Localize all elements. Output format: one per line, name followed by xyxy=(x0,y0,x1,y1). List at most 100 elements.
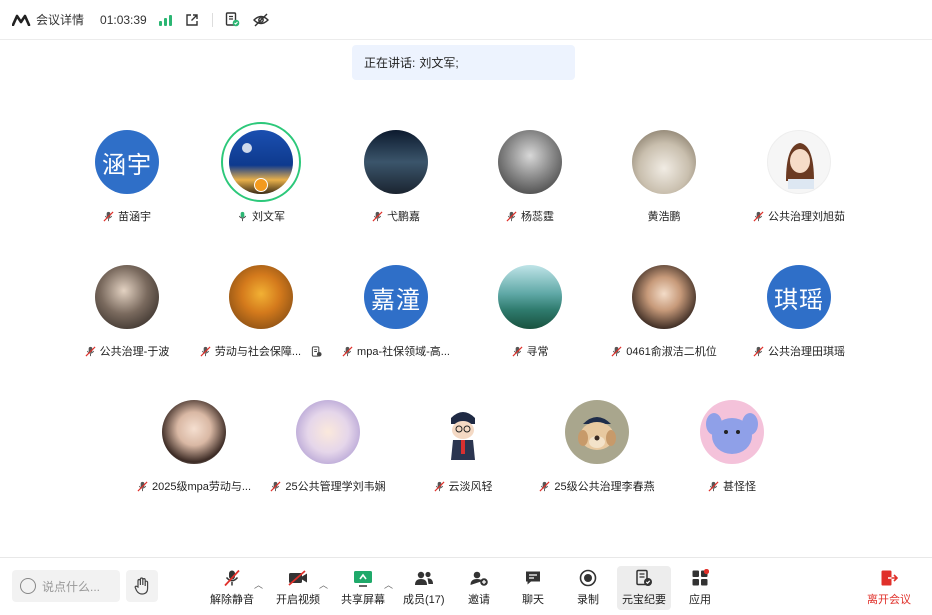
participant-name: 公共治理刘旭茹 xyxy=(768,211,845,223)
share-screen-icon xyxy=(352,568,374,588)
network-signal-icon[interactable] xyxy=(158,14,172,26)
active-speaker-banner: 正在讲话: 刘文军; xyxy=(352,45,575,80)
participant-tile[interactable]: 25级公共治理李春燕 xyxy=(522,400,672,510)
emoji-icon[interactable] xyxy=(20,578,36,594)
participant-name-row: 云淡风轻 xyxy=(433,478,493,494)
participant-tile[interactable]: 涵宇 苗涵宇 xyxy=(52,130,202,240)
avatar xyxy=(700,400,764,464)
participant-name-row: 2025级mpa劳动与... xyxy=(137,478,251,494)
participant-name-row: 0461俞淑洁二机位 xyxy=(611,343,717,359)
meeting-timer: 01:03:39 xyxy=(100,12,147,27)
muted-mic-icon xyxy=(511,345,523,357)
muted-mic-icon xyxy=(539,480,550,492)
ai-summary-icon xyxy=(633,568,655,588)
unmute-button[interactable]: 解除静音 xyxy=(210,568,254,608)
participant-tile[interactable]: 琪瑶 公共治理田琪瑶 xyxy=(724,265,874,375)
participant-tile[interactable]: 寻常 xyxy=(455,265,605,375)
top-bar: 会议详情 01:03:39 xyxy=(0,0,932,40)
bottom-toolbar: 说点什么... 解除静音 ︿ 开启视频 ︿ 共享屏幕 ︿ 成员(17) 邀请 聊… xyxy=(0,557,932,615)
avatar xyxy=(767,130,831,194)
participant-name-row: 25公共管理学刘韦娴 xyxy=(270,478,386,494)
participant-tile[interactable]: 嘉潼 mpa-社保领域-高... xyxy=(321,265,471,375)
chat-placeholder: 说点什么... xyxy=(42,579,101,594)
participant-name: 公共治理-于波 xyxy=(99,346,170,358)
participant-tile[interactable]: 弋鹏嘉 xyxy=(321,130,471,240)
participant-name-row: 弋鹏嘉 xyxy=(372,208,420,224)
avatar: 涵宇 xyxy=(95,130,159,194)
start-video-button[interactable]: 开启视频 xyxy=(276,568,320,608)
participant-tile[interactable]: 0461俞淑洁二机位 xyxy=(589,265,739,375)
avatar xyxy=(632,265,696,329)
participant-tile[interactable]: 刘文军 xyxy=(186,122,336,240)
participant-tile[interactable]: 25公共管理学刘韦娴 xyxy=(253,400,403,510)
participant-name-row: 25级公共治理李春燕 xyxy=(539,478,655,494)
leave-meeting-button[interactable]: 离开会议 xyxy=(867,568,911,608)
apps-button[interactable]: 应用 xyxy=(689,568,711,608)
popout-window-icon[interactable] xyxy=(184,12,200,28)
meeting-notes-icon[interactable] xyxy=(225,12,241,28)
members-icon xyxy=(413,568,435,588)
muted-mic-icon xyxy=(221,568,243,588)
participant-tile[interactable]: 杨蕊霆 xyxy=(455,130,605,240)
participant-name: mpa-社保领域-高... xyxy=(357,346,450,358)
participant-tile[interactable]: 公共治理刘旭茹 xyxy=(724,130,874,240)
chat-quick-input[interactable]: 说点什么... xyxy=(12,570,120,602)
muted-mic-icon xyxy=(753,345,764,357)
avatar xyxy=(95,265,159,329)
speaking-ring xyxy=(221,122,301,202)
participant-tile[interactable]: 云淡风轻 xyxy=(388,400,538,510)
muted-mic-icon xyxy=(372,210,383,222)
avatar xyxy=(162,400,226,464)
participant-name: 寻常 xyxy=(526,346,549,358)
host-badge-icon xyxy=(254,178,268,192)
yuanbao-summary-button[interactable]: 元宝纪要 xyxy=(617,566,671,610)
share-screen-button[interactable]: 共享屏幕 xyxy=(341,568,385,608)
share-options-chevron-up-icon[interactable]: ︿ xyxy=(384,578,393,591)
invite-button[interactable]: 邀请 xyxy=(468,568,490,608)
tencent-meeting-logo-icon xyxy=(12,13,32,27)
participant-tile[interactable]: 甚怪怪 xyxy=(657,400,807,510)
avatar xyxy=(632,130,696,194)
muted-mic-icon xyxy=(708,480,719,492)
participant-name-row: 公共治理刘旭茹 xyxy=(753,208,845,224)
participant-name: 公共治理田琪瑶 xyxy=(768,346,845,358)
participant-tile[interactable]: 公共治理-于波 xyxy=(52,265,202,375)
exit-icon xyxy=(878,568,900,588)
video-options-chevron-up-icon[interactable]: ︿ xyxy=(319,578,328,591)
muted-mic-icon xyxy=(506,210,517,222)
audio-options-chevron-up-icon[interactable]: ︿ xyxy=(254,578,263,591)
toolbar-divider xyxy=(211,12,213,27)
participant-tile[interactable]: 劳动与社会保障... xyxy=(186,265,336,375)
participant-name: 刘文军 xyxy=(252,211,285,223)
participant-tile[interactable]: 2025级mpa劳动与... xyxy=(119,400,269,510)
participant-name: 劳动与社会保障... xyxy=(214,346,302,358)
apps-grid-icon xyxy=(689,568,711,588)
muted-mic-icon xyxy=(270,480,281,492)
muted-mic-icon xyxy=(611,345,622,357)
participant-name: 弋鹏嘉 xyxy=(387,211,420,223)
participant-name: 25公共管理学刘韦娴 xyxy=(285,481,386,493)
participant-name-row: 甚怪怪 xyxy=(708,478,756,494)
speaking-names: 刘文军; xyxy=(419,56,459,70)
add-user-icon xyxy=(468,568,490,588)
avatar: 嘉潼 xyxy=(364,265,428,329)
participant-name: 25级公共治理李春燕 xyxy=(554,481,655,493)
muted-mic-icon xyxy=(753,210,764,222)
record-button[interactable]: 录制 xyxy=(577,568,599,608)
muted-mic-icon xyxy=(137,480,148,492)
participant-name-row: 公共治理田琪瑶 xyxy=(753,343,845,359)
participant-name: 甚怪怪 xyxy=(723,481,756,493)
avatar xyxy=(229,130,293,194)
muted-mic-icon xyxy=(433,480,445,492)
raise-hand-icon xyxy=(134,577,149,595)
participant-tile[interactable]: 黄浩鹏 xyxy=(589,130,739,240)
hide-video-icon[interactable] xyxy=(252,12,269,28)
avatar xyxy=(296,400,360,464)
chat-icon xyxy=(522,568,544,588)
meeting-details-link[interactable]: 会议详情 xyxy=(36,11,84,28)
participant-name-row: 刘文军 xyxy=(237,208,285,224)
chat-button[interactable]: 聊天 xyxy=(522,568,544,608)
muted-mic-icon xyxy=(200,345,211,357)
raise-hand-button[interactable] xyxy=(126,570,158,602)
members-button[interactable]: 成员(17) xyxy=(403,568,445,608)
